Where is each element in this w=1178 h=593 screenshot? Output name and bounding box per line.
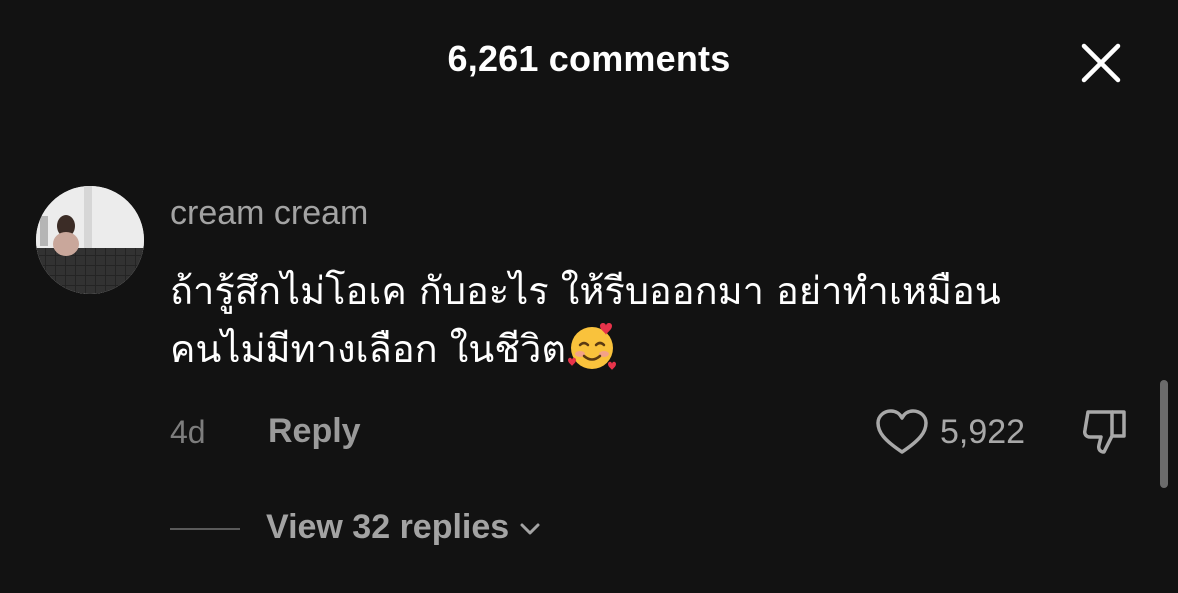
comment-text-line-1: ถ้ารู้สึกไม่โอเค กับอะไร ให้รีบออกมา อย่… xyxy=(170,269,1001,313)
chevron-down-icon xyxy=(520,523,540,534)
like-count: 5,922 xyxy=(940,413,1026,451)
close-button[interactable] xyxy=(1078,40,1124,86)
smiling-face-with-hearts-icon xyxy=(568,323,617,370)
avatar[interactable] xyxy=(36,186,144,294)
comments-panel: 6,261 comments cream cream ถ้ารู้สึกไม่โ… xyxy=(0,0,1178,593)
view-replies-button[interactable]: View 32 replies xyxy=(266,508,543,547)
comment-text-line-2: คนไม่มีทางเลือก ในชีวิต xyxy=(170,327,567,371)
close-icon xyxy=(1081,43,1121,83)
comment-username[interactable]: cream cream xyxy=(170,194,368,233)
scrollbar[interactable] xyxy=(1160,380,1168,488)
comments-count-title: 6,261 comments xyxy=(447,38,731,79)
reply-button[interactable]: Reply xyxy=(268,412,361,451)
thumbs-down-icon xyxy=(1083,410,1126,454)
comment-body: ถ้ารู้สึกไม่โอเค กับอะไร ให้รีบออกมา อย่… xyxy=(170,262,1130,378)
view-replies-label: View 32 replies xyxy=(266,508,510,546)
comment-text-line-2-wrap: คนไม่มีทางเลือก ในชีวิต xyxy=(170,320,1130,378)
like-button[interactable] xyxy=(874,408,930,458)
comment-timestamp: 4d xyxy=(170,414,206,450)
avatar-photo xyxy=(36,186,144,294)
heart-icon xyxy=(876,409,928,454)
dislike-button[interactable] xyxy=(1078,404,1134,460)
replies-divider xyxy=(170,528,240,530)
